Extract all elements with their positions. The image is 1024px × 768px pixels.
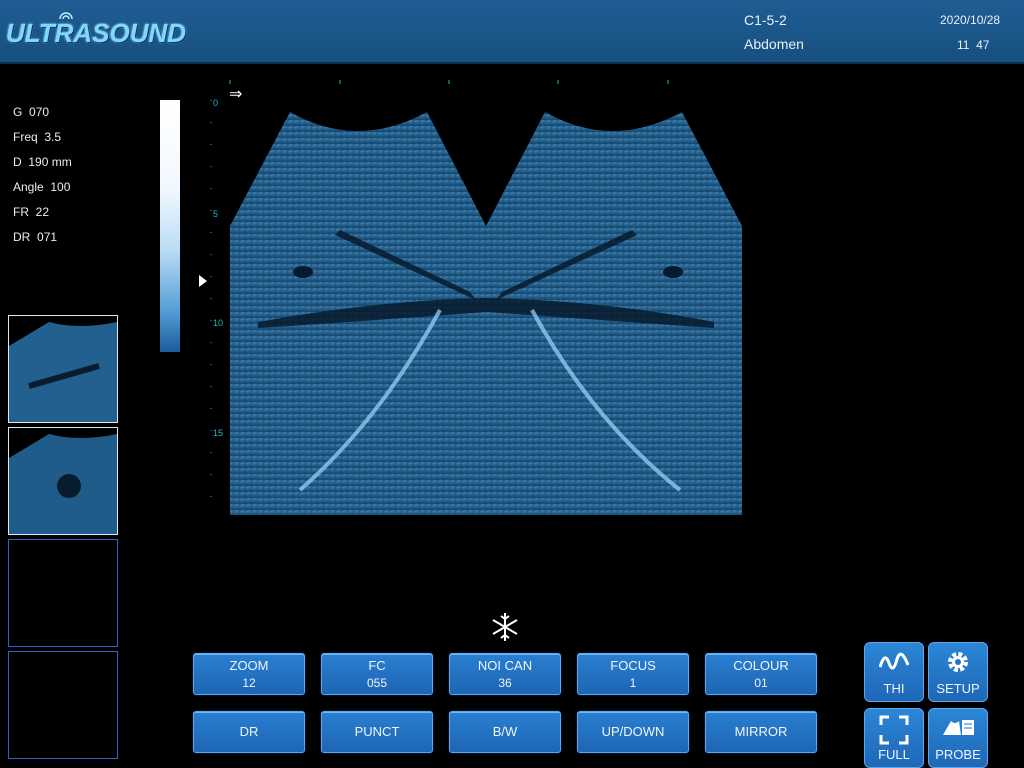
up-down-button[interactable]: UP/DOWN xyxy=(577,711,689,753)
noise-cancel-button[interactable]: NOI CAN 36 xyxy=(449,653,561,695)
setup-button[interactable]: SETUP xyxy=(928,642,988,702)
fc-button[interactable]: FC 055 xyxy=(321,653,433,695)
depth-label-15: 15 xyxy=(213,428,223,438)
depth-label-0: 0 xyxy=(213,98,218,108)
fullscreen-icon xyxy=(879,715,909,745)
bw-button[interactable]: B/W xyxy=(449,711,561,753)
ultrasound-image-right xyxy=(486,112,742,515)
colour-button[interactable]: COLOUR 01 xyxy=(705,653,817,695)
probe-button[interactable]: PROBE xyxy=(928,708,988,768)
depth-label-10: 10 xyxy=(213,318,223,328)
thi-button[interactable]: THI xyxy=(864,642,924,702)
waveform-icon xyxy=(879,652,909,670)
full-screen-button[interactable]: FULL xyxy=(864,708,924,768)
thumbnail-2[interactable] xyxy=(8,427,118,535)
thumbnail-3[interactable] xyxy=(8,539,118,647)
probe-icon xyxy=(943,720,974,735)
focus-button[interactable]: FOCUS 1 xyxy=(577,653,689,695)
ultrasound-image-left xyxy=(230,112,486,515)
lateral-scale xyxy=(229,80,669,84)
thumbnail-4[interactable] xyxy=(8,651,118,759)
thumbnail-1[interactable] xyxy=(8,315,118,423)
punct-button[interactable]: PUNCT xyxy=(321,711,433,753)
zoom-button[interactable]: ZOOM 12 xyxy=(193,653,305,695)
mirror-button[interactable]: MIRROR xyxy=(705,711,817,753)
freeze-icon[interactable] xyxy=(488,610,522,644)
dr-button[interactable]: DR xyxy=(193,711,305,753)
gear-icon xyxy=(948,652,968,672)
depth-label-5: 5 xyxy=(213,209,218,219)
